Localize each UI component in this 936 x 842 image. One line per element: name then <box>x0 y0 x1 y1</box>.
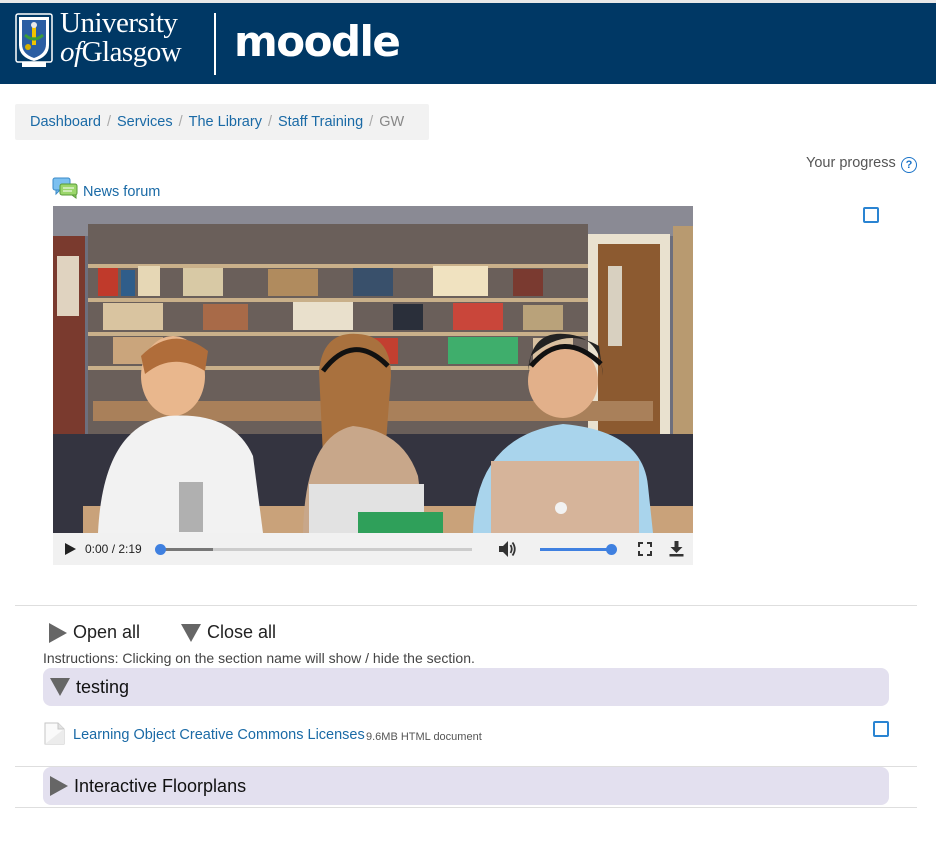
volume-knob[interactable] <box>606 544 617 555</box>
news-forum-link[interactable]: News forum <box>83 184 160 200</box>
breadcrumb-staff-training[interactable]: Staff Training <box>278 114 363 130</box>
breadcrumb-services[interactable]: Services <box>117 114 173 130</box>
close-all-button[interactable]: Close all <box>181 622 276 643</box>
section-title: testing <box>76 676 130 697</box>
video-time: 0:00 / 2:19 <box>85 542 142 556</box>
divider <box>15 605 917 606</box>
section-header-testing[interactable]: testing <box>43 668 889 706</box>
fullscreen-icon[interactable] <box>638 542 652 556</box>
download-icon[interactable] <box>669 541 684 557</box>
breadcrumb-separator: / <box>178 114 183 130</box>
section-instructions: Instructions: Clicking on the section na… <box>43 650 475 666</box>
play-icon[interactable] <box>65 543 76 555</box>
breadcrumb-separator: / <box>267 114 272 130</box>
moodle-logo[interactable]: moodle <box>234 17 401 66</box>
university-glasgow: Glasgow <box>81 36 182 68</box>
video-frame-library-students <box>53 206 693 533</box>
open-all-label: Open all <box>73 622 141 642</box>
completion-checkbox-news-forum[interactable] <box>863 207 879 223</box>
university-wordmark[interactable]: University ofGlasgow <box>60 7 182 68</box>
your-progress-label: Your progress <box>806 155 896 171</box>
breadcrumb-current: GW <box>379 114 405 130</box>
video-seek-knob[interactable] <box>155 544 166 555</box>
volume-slider[interactable] <box>540 548 611 551</box>
file-icon <box>44 722 65 745</box>
resource-link[interactable]: Learning Object Creative Commons License… <box>73 727 365 743</box>
university-of: of <box>60 36 82 68</box>
breadcrumb-separator: / <box>369 114 374 130</box>
help-icon[interactable]: ? <box>901 157 917 173</box>
university-crest-icon[interactable] <box>15 13 53 69</box>
university-line1: University <box>60 7 178 39</box>
collapse-arrow-icon <box>181 623 201 642</box>
forum-icon <box>52 177 78 199</box>
volume-icon[interactable] <box>498 540 518 558</box>
site-header: University ofGlasgow moodle <box>0 0 936 84</box>
video-buffer-bar <box>160 548 214 551</box>
breadcrumb-the-library[interactable]: The Library <box>189 114 262 130</box>
expand-arrow-icon <box>49 622 67 643</box>
header-divider <box>214 13 216 75</box>
section-header-interactive-floorplans[interactable]: Interactive Floorplans <box>43 767 889 805</box>
video-player[interactable] <box>53 206 693 565</box>
video-seek-bar[interactable] <box>160 548 472 551</box>
breadcrumb-dashboard[interactable]: Dashboard <box>30 114 101 130</box>
open-all-button[interactable]: Open all <box>49 622 140 643</box>
breadcrumb: Dashboard / Services / The Library / Sta… <box>15 104 429 140</box>
breadcrumb-separator: / <box>106 114 111 130</box>
divider <box>15 807 917 808</box>
close-all-label: Close all <box>207 622 277 642</box>
video-controls: 0:00 / 2:19 <box>53 533 693 565</box>
section-collapsed-arrow-icon <box>50 776 68 796</box>
section-title: Interactive Floorplans <box>74 775 247 796</box>
section-expanded-arrow-icon <box>50 678 70 696</box>
resource-meta: 9.6MB HTML document <box>366 731 482 743</box>
completion-checkbox-resource[interactable] <box>873 721 889 737</box>
